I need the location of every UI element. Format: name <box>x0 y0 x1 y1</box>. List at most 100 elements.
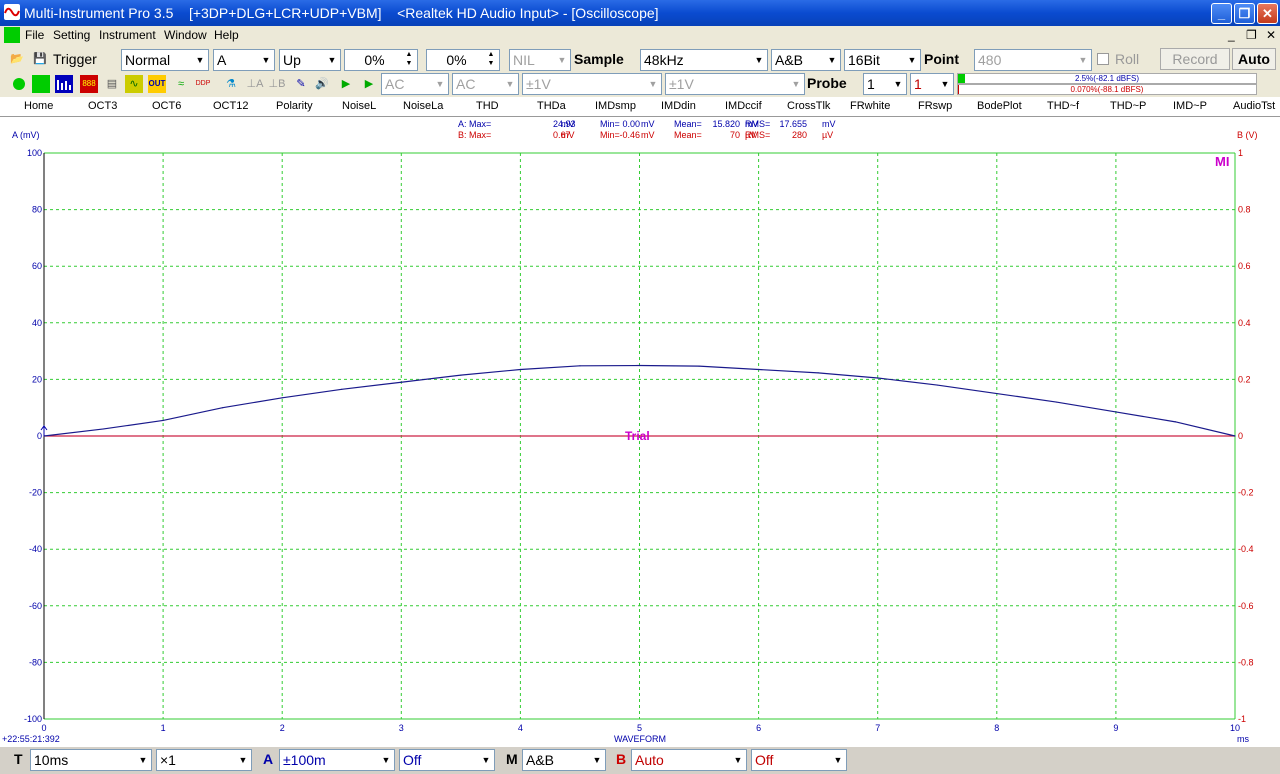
calibration-icon[interactable]: ⚗ <box>222 75 240 93</box>
tab-thd-p[interactable]: THD~P <box>1110 100 1146 112</box>
chevron-down-icon: ▼ <box>788 74 804 94</box>
bits-select[interactable]: 16Bit ▼ <box>844 49 921 71</box>
range-a-select[interactable]: ±1V ▼ <box>522 73 662 95</box>
stat-a-9: RMS= <box>745 119 770 129</box>
a-mode-select[interactable]: Off ▼ <box>399 749 495 771</box>
chevron-down-icon: ▼ <box>502 74 518 94</box>
ch-b-sweep-icon[interactable]: ⊥B <box>268 75 286 93</box>
trigger-channel-select[interactable]: A ▼ <box>213 49 275 71</box>
menu-setting[interactable]: Setting <box>53 28 90 42</box>
mdi-restore-button[interactable]: ❐ <box>1246 28 1257 42</box>
run-dot-icon[interactable] <box>10 75 28 93</box>
probe-a-select[interactable]: 1 ▼ <box>863 73 907 95</box>
tab-frwhite[interactable]: FRwhite <box>850 100 890 112</box>
play-step-icon[interactable]: ▶ <box>360 75 378 93</box>
trigger-level-spinner[interactable]: 0% ▲ ▼ <box>344 49 418 71</box>
ddp-icon[interactable]: DDP <box>194 75 212 93</box>
tab-home[interactable]: Home <box>24 100 53 112</box>
menu-instrument[interactable]: Instrument <box>99 28 156 42</box>
coupling-b-select[interactable]: AC ▼ <box>452 73 519 95</box>
trigger-mode-select[interactable]: Normal ▼ <box>121 49 209 71</box>
tab-imdccif[interactable]: IMDccif <box>725 100 762 112</box>
b-mode-select[interactable]: Off ▼ <box>751 749 847 771</box>
title-bar: Multi-Instrument Pro 3.5 [+3DP+DLG+LCR+U… <box>0 0 1280 26</box>
mdi-minimize-button[interactable]: _ <box>1228 28 1235 42</box>
menu-file[interactable]: File <box>25 28 44 42</box>
ch-a-sweep-icon[interactable]: ⊥A <box>246 75 264 93</box>
range-b-select[interactable]: ±1V ▼ <box>665 73 805 95</box>
timebase-select[interactable]: 10ms ▼ <box>30 749 152 771</box>
tab-oct6[interactable]: OCT6 <box>152 100 181 112</box>
series-a-point <box>281 397 283 399</box>
tab-noisela[interactable]: NoiseLa <box>403 100 443 112</box>
tab-audiotst[interactable]: AudioTst <box>1233 100 1275 112</box>
dds-icon[interactable]: ≈ <box>172 75 190 93</box>
y-left-tick-label: 100 <box>27 148 42 158</box>
probe-tool-icon[interactable]: ✎ <box>292 75 310 93</box>
points-select[interactable]: 480 ▼ <box>974 49 1092 71</box>
stat-b-10: 280 <box>792 130 807 140</box>
a-range-select[interactable]: ±100m ▼ <box>279 749 395 771</box>
tab-crosstlk[interactable]: CrossTlk <box>787 100 830 112</box>
multimeter-icon[interactable]: 888 <box>80 75 98 93</box>
y-left-tick-label: 0 <box>37 431 42 441</box>
point-label: Point <box>924 51 959 67</box>
oscilloscope-icon[interactable] <box>32 75 50 93</box>
tab-polarity[interactable]: Polarity <box>276 100 313 112</box>
level-meter-b-text: 0.070%(-88.1 dBFS) <box>1070 85 1144 94</box>
maximize-button[interactable]: ❐ <box>1234 3 1255 24</box>
b-range-select[interactable]: Auto ▼ <box>631 749 747 771</box>
spinner-arrows-icon[interactable]: ▲ ▼ <box>483 50 499 70</box>
tab-oct12[interactable]: OCT12 <box>213 100 248 112</box>
auto-button[interactable]: Auto <box>1232 48 1276 70</box>
tab-bodeplot[interactable]: BodePlot <box>977 100 1022 112</box>
x-tick-label: 7 <box>875 723 880 733</box>
stat-a-0: A: Max= <box>458 119 491 129</box>
tab-frswp[interactable]: FRswp <box>918 100 952 112</box>
menu-window[interactable]: Window <box>164 28 207 42</box>
tab-imdsmp[interactable]: IMDsmp <box>595 100 636 112</box>
math-mode-select[interactable]: A&B ▼ <box>522 749 606 771</box>
signal-generator-icon[interactable]: ∿ <box>125 75 143 93</box>
y-left-tick-label: -20 <box>29 488 42 498</box>
output-icon[interactable]: OUT <box>148 75 166 93</box>
sample-rate-select[interactable]: 48kHz ▼ <box>640 49 768 71</box>
spectrum-analyzer-icon[interactable] <box>55 75 73 93</box>
mdi-close-button[interactable]: ✕ <box>1266 28 1276 42</box>
minimize-button[interactable]: _ <box>1211 3 1232 24</box>
speaker-icon[interactable]: 🔊 <box>313 75 331 93</box>
waveform-chart[interactable]: A: Max= 24.93mV Min= 0.00 mV Mean= 15.820 mVRMS… <box>0 117 1280 746</box>
tab-imddin[interactable]: IMDdin <box>661 100 696 112</box>
series-a-point <box>638 364 641 367</box>
spinner-arrows-icon[interactable]: ▲ ▼ <box>401 50 417 70</box>
tab-oct3[interactable]: OCT3 <box>88 100 117 112</box>
menu-help[interactable]: Help <box>214 28 239 42</box>
series-a-point <box>1174 421 1177 423</box>
stat-a-10: 17.655 <box>779 119 807 129</box>
tab-thda[interactable]: THDa <box>537 100 566 112</box>
close-button[interactable]: ✕ <box>1257 3 1278 24</box>
tab-thd[interactable]: THD <box>476 100 499 112</box>
channels-select[interactable]: A&B ▼ <box>771 49 841 71</box>
tab-imd-p[interactable]: IMD~P <box>1173 100 1207 112</box>
series-a-point <box>1234 435 1236 437</box>
zoom-select[interactable]: ×1 ▼ <box>156 749 252 771</box>
x-tick-label: 4 <box>518 723 523 733</box>
probe-b-select[interactable]: 1 ▼ <box>910 73 954 95</box>
open-folder-icon[interactable]: 📂 <box>8 50 26 68</box>
nil-select[interactable]: NIL ▼ <box>509 49 571 71</box>
coupling-a-select[interactable]: AC ▼ <box>381 73 449 95</box>
tab-noisel[interactable]: NoiseL <box>342 100 376 112</box>
trigger-edge-select[interactable]: Up ▼ <box>279 49 341 71</box>
play-icon[interactable]: ▶ <box>337 75 355 93</box>
roll-checkbox[interactable] <box>1097 53 1109 65</box>
tab-thd-f[interactable]: THD~f <box>1047 100 1079 112</box>
record-button[interactable]: Record <box>1160 48 1230 70</box>
y-right-tick-label: 0.6 <box>1238 261 1251 271</box>
chevron-down-icon: ▼ <box>730 750 746 770</box>
stat-b-2: mV <box>561 130 575 140</box>
save-disk-icon[interactable]: 💾 <box>31 50 49 68</box>
y-right-axis-label: B (V) <box>1237 130 1258 140</box>
trigger-delay-spinner[interactable]: 0% ▲ ▼ <box>426 49 500 71</box>
data-logger-icon[interactable]: ▤ <box>103 75 121 93</box>
